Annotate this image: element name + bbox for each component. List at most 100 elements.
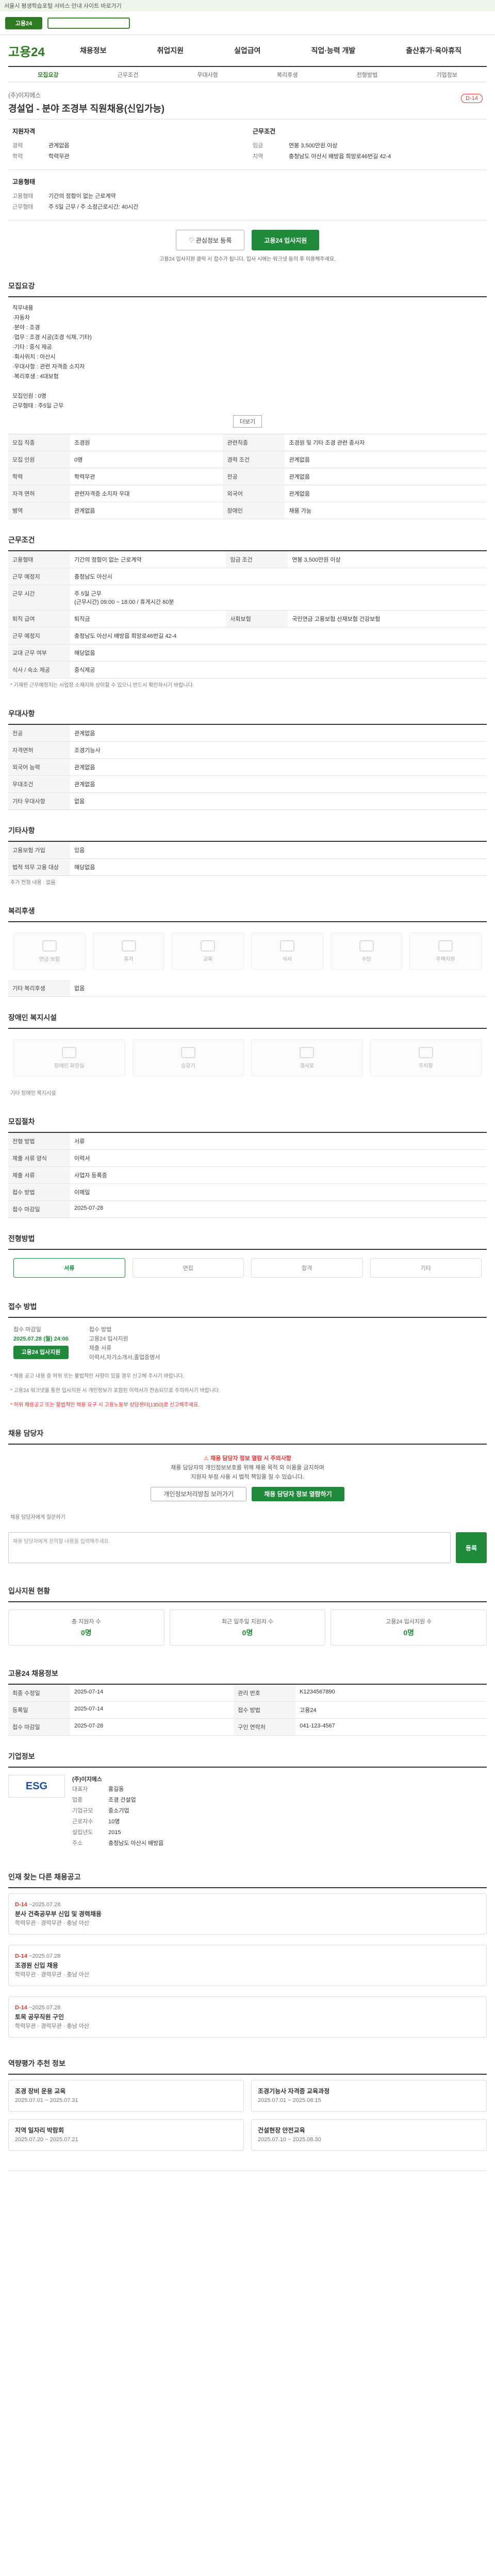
job-card[interactable]: D-14 ~2025.07.28 토목 공무직원 구인 학력무관 · 경력무관 · … [8, 1996, 487, 2038]
job-card-row: D-14 ~2025.07.28 분사 건축공무부 신입 및 경력채용 학력무관 ·… [8, 1888, 487, 1940]
apply-note: 고용24 입사지원 클릭 시 접수가 됩니다. 입사 시에는 워크넷 동의 후 … [159, 257, 336, 262]
job-card-dday: D-14 [15, 1902, 27, 1908]
company-info: (주)이지에스 대표자 홍길동 업종 조경 건설업 기업규모 중소기업 근로자수 10명 설립년도… [72, 1775, 487, 1849]
table-value: 해당없음 [70, 644, 487, 662]
welfare-label: 주차장 [418, 1063, 433, 1069]
more-button[interactable]: 더보기 [233, 415, 262, 428]
nav-item[interactable]: 실업급여 [234, 45, 261, 56]
nav-item[interactable]: 채용정보 [80, 45, 107, 56]
tab-item[interactable]: 모집요강 [38, 71, 58, 79]
table-label: 임금 조건 [226, 551, 288, 568]
recommend-card[interactable]: 조경기능사 자격증 교육과정 2025.07.01 ~ 2025.08.15 [251, 2080, 487, 2112]
brand-title[interactable]: 고용24 [8, 42, 55, 60]
welfare-icon [279, 940, 294, 952]
recommend-title[interactable]: 조경 장비 운용 교육 [15, 2087, 237, 2096]
job-card[interactable]: D-14 ~2025.07.28 조경원 신입 채용 학력무관 · 경력무관 · 충… [8, 1945, 487, 1986]
etc-extra-value: 없음 [46, 880, 56, 886]
section-jobinfo: 고용24 채용정보 최종 수정일 2025-07-14 관리 번호 K12345678… [8, 1657, 487, 1740]
table-value: 조경원 [70, 434, 223, 451]
welfare-card: 경사로 [251, 1039, 363, 1076]
welfare-label: 주택지원 [436, 956, 455, 962]
section-conditions: 근무조건 고용형태 기간의 정함이 없는 근로계약 임금 조건 연봉 3,500만원 … [8, 523, 487, 697]
summary-value: 관계없음 [48, 143, 70, 149]
tab-item[interactable]: 우대사항 [197, 71, 218, 79]
company-row: 설립년도 2015 [72, 1827, 487, 1838]
table-value: 관계없음 [70, 758, 487, 776]
deadline-label: 접수 마감일 [13, 1327, 41, 1333]
logo[interactable]: 고용24 [5, 16, 42, 29]
table-label: 식사 / 숙소 제공 [8, 661, 70, 679]
recommend-title[interactable]: 조경기능사 자격증 교육과정 [258, 2087, 480, 2096]
summary-employment: 고용형태 고용형태 기간의 정함이 없는 근로계약 근무형태 주 5일 근무 / 주 소… [12, 177, 483, 213]
welfare-label: 연금·보험 [39, 956, 60, 962]
job-card-title[interactable]: 분사 건축공무부 신입 및 경력채용 [15, 1909, 480, 1919]
tab-item[interactable]: 복리후생 [277, 71, 298, 79]
table-value: 주 5일 근무 (근무시간) 09:00 ~ 18:00 / 휴게시간 60분 [70, 585, 487, 611]
apply-button-2[interactable]: 고용24 입사지원 [13, 1346, 69, 1359]
table-label: 등록일 [8, 1701, 70, 1719]
recommend-title[interactable]: 지역 일자리 박람회 [15, 2126, 237, 2135]
recommend-card[interactable]: 지역 일자리 박람회 2025.07.20 ~ 2025.07.21 [8, 2119, 244, 2151]
save-interest-button[interactable]: ♡ 관심정보 등록 [175, 230, 245, 250]
welfare-label: 휴가 [124, 956, 134, 962]
notice-bar[interactable]: 서울시 평생학습포털 서비스 안내 사이트 바로가기 [0, 0, 495, 11]
welfare-etc-value: 없음 [70, 980, 487, 997]
inquiry-submit-button[interactable]: 등록 [456, 1532, 487, 1563]
nav-item[interactable]: 출산휴가·육아휴직 [406, 45, 461, 56]
summary-value: 주 5일 근무 / 주 소정근로시간: 40시간 [48, 204, 139, 210]
section-title: 입사지원 현황 [8, 1586, 487, 1602]
table-value: 관계없음 [70, 775, 487, 793]
privacy-policy-button[interactable]: 개인정보처리방침 보러가기 [151, 1487, 247, 1501]
table-label: 구인 연락처 [234, 1718, 296, 1736]
recommend-card[interactable]: 건설현장 안전교육 2025.07.10 ~ 2025.08.30 [251, 2119, 487, 2151]
summary-top: 지원자격 경력 관계없음 학력 학력무관 근무조건 임금 연봉 3,500만원 이상 지역 충청… [8, 119, 487, 170]
job-card-title[interactable]: 토목 공무직원 구인 [15, 2012, 480, 2022]
welfare-icon [42, 940, 57, 952]
tab-item[interactable]: 전형방법 [357, 71, 377, 79]
section-title: 기타사항 [8, 825, 487, 842]
table-label: 전형 방법 [8, 1133, 70, 1150]
job-card[interactable]: D-14 ~2025.07.28 분사 건축공무부 신입 및 경력채용 학력무관 ·… [8, 1893, 487, 1935]
company-key: 근로자수 [72, 1819, 93, 1825]
job-card-row: D-14 ~2025.07.28 조경원 신입 채용 학력무관 · 경력무관 · 충… [8, 1940, 487, 1991]
job-card-title[interactable]: 조경원 신입 채용 [15, 1961, 480, 1970]
recommend-card[interactable]: 조경 장비 운용 교육 2025.07.01 ~ 2025.07.31 [8, 2080, 244, 2112]
table-label: 관리 번호 [234, 1685, 296, 1702]
apply-info: 접수 마감일 2025.07.28 (월) 24:00 고용24 입사지원 접수 … [8, 1318, 487, 1369]
company-title[interactable]: (주)이지에스 [72, 1775, 487, 1784]
summary-heading: 고용형태 [12, 178, 36, 185]
tab-item[interactable]: 기업정보 [436, 71, 457, 79]
section-title: 역량평가 추천 정보 [8, 2058, 487, 2075]
apply-button[interactable]: 고용24 입사지원 [252, 230, 320, 250]
summary-key: 지역 [253, 154, 263, 160]
brand-row: 고용24 채용정보 취업지원 실업급여 직업·능력 개발 출산휴가·육아휴직 [0, 35, 495, 66]
applicant-card: 최근 일주일 지원자 수 0명 [169, 1609, 326, 1646]
table-label: 접수 마감일 [8, 1718, 70, 1736]
tab-item[interactable]: 근무조건 [118, 71, 138, 79]
table-label: 교대 근무 여부 [8, 644, 70, 662]
table-row: 식사 / 숙소 제공 중식제공 [8, 661, 487, 679]
table-value: 있음 [70, 842, 487, 859]
recommend-title[interactable]: 건설현장 안전교육 [258, 2126, 480, 2135]
section-process: 모집절차 전형 방법 서류 제출 서류 양식 이력서 제출 서류 사업자 등록증 접수 방법… [8, 1105, 487, 1222]
inquiry-textarea[interactable]: 채용 담당자에게 문의할 내용을 입력해주세요. [8, 1532, 451, 1563]
table-value: 관련자격증 소지자 우대 [70, 485, 223, 502]
docs-label: 제출 서류 [89, 1345, 112, 1351]
welfare-card: 주택지원 [409, 933, 482, 970]
table-label: 제출 서류 양식 [8, 1149, 70, 1167]
table-label: 기타 우대사항 [8, 792, 70, 810]
welfare-label: 경사로 [300, 1063, 315, 1069]
table-row: 모집 인원 0명 경력 조건 관계없음 [8, 451, 487, 468]
table-value: 서류 [70, 1133, 487, 1150]
nav-item[interactable]: 직업·능력 개발 [311, 45, 355, 56]
company-key: 대표자 [72, 1786, 88, 1792]
table-label: 제출 서류 [8, 1166, 70, 1184]
applicant-card: 총 지원자 수 0명 [8, 1609, 164, 1646]
table-value: 0명 [70, 451, 223, 468]
company-name[interactable]: (주)이지에스 [8, 91, 487, 99]
table-row: 전공 관계없음 [8, 725, 487, 742]
view-manager-button[interactable]: 채용 담당자 정보 열람하기 [252, 1487, 344, 1501]
table-value: 041-123-4567 [295, 1718, 487, 1736]
search-input[interactable] [47, 17, 130, 29]
nav-item[interactable]: 취업지원 [157, 45, 184, 56]
